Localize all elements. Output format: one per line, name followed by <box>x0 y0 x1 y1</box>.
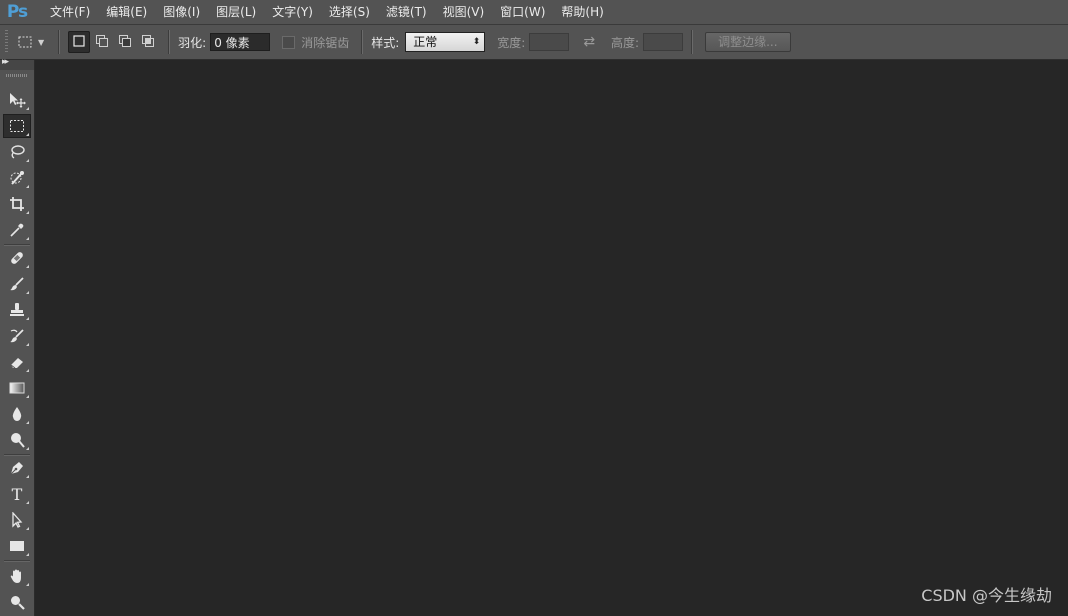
zoom-icon <box>9 594 25 610</box>
rectangular-marquee-icon <box>14 31 36 53</box>
tools-panel-header: ▸▸ <box>0 57 34 70</box>
expand-panel-icon[interactable]: ▸▸ <box>2 57 9 67</box>
menu-edit[interactable]: 编辑(E) <box>98 0 155 24</box>
hand-tool[interactable] <box>3 564 31 588</box>
path-selection-tool[interactable] <box>3 508 31 532</box>
eraser-icon <box>9 354 25 370</box>
eyedropper-tool[interactable] <box>3 218 31 242</box>
menu-file[interactable]: 文件(F) <box>42 0 98 24</box>
separator <box>58 30 61 54</box>
healing-brush-tool[interactable] <box>3 246 31 270</box>
dodge-icon <box>9 432 25 448</box>
move-icon <box>8 92 26 108</box>
options-bar-grip[interactable] <box>5 30 8 54</box>
feather-input[interactable]: 0 像素 <box>210 33 271 51</box>
subtract-from-selection-button[interactable] <box>114 31 136 53</box>
menu-select[interactable]: 选择(S) <box>321 0 378 24</box>
chevron-down-icon: ▼ <box>38 37 45 47</box>
menu-filter[interactable]: 滤镜(T) <box>378 0 435 24</box>
menu-help[interactable]: 帮助(H) <box>553 0 611 24</box>
lasso-tool[interactable] <box>3 140 31 164</box>
crop-icon <box>9 196 25 212</box>
brush-tool[interactable] <box>3 272 31 296</box>
style-select[interactable]: 正常 ⬍ <box>405 32 486 52</box>
pen-icon <box>9 460 25 476</box>
swap-arrows-icon[interactable]: ⇄ <box>583 34 595 50</box>
subtract-from-selection-icon <box>118 34 132 51</box>
crop-tool[interactable] <box>3 192 31 216</box>
antialias-label: 消除锯齿 <box>301 35 350 50</box>
height-label: 高度: <box>611 35 640 50</box>
menu-layer[interactable]: 图层(L) <box>208 0 264 24</box>
separator <box>361 30 364 54</box>
menu-type[interactable]: 文字(Y) <box>264 0 321 24</box>
menu-image[interactable]: 图像(I) <box>155 0 208 24</box>
tool-preset-picker[interactable]: ▼ <box>14 30 44 54</box>
rectangle-shape-icon <box>9 539 25 553</box>
quick-selection-icon <box>9 170 25 186</box>
type-tool[interactable]: T <box>3 482 31 506</box>
drop-icon <box>9 406 25 422</box>
rectangle-tool[interactable] <box>3 534 31 558</box>
menu-view[interactable]: 视图(V) <box>435 0 493 24</box>
refine-edge-button[interactable]: 调整边缘... <box>705 32 791 52</box>
select-arrows-icon: ⬍ <box>472 37 481 47</box>
history-brush-icon <box>9 328 25 344</box>
watermark: CSDN @今生缘劫 <box>921 586 1052 605</box>
lasso-icon <box>9 144 25 160</box>
bandage-icon <box>9 250 25 266</box>
document-workspace[interactable]: CSDN @今生缘劫 <box>35 60 1068 616</box>
eraser-tool[interactable] <box>3 350 31 374</box>
menu-bar: Ps 文件(F) 编辑(E) 图像(I) 图层(L) 文字(Y) 选择(S) 滤… <box>0 0 1068 25</box>
move-tool[interactable] <box>3 88 31 112</box>
zoom-tool[interactable] <box>3 590 31 614</box>
quick-selection-tool[interactable] <box>3 166 31 190</box>
stamp-icon <box>9 302 25 318</box>
add-to-selection-icon <box>95 34 109 51</box>
style-select-value: 正常 <box>413 35 438 49</box>
menu-window[interactable]: 窗口(W) <box>492 0 553 24</box>
path-selection-icon <box>9 512 25 528</box>
clone-stamp-tool[interactable] <box>3 298 31 322</box>
height-input[interactable] <box>643 33 684 51</box>
add-to-selection-button[interactable] <box>91 31 113 53</box>
hand-icon <box>9 568 25 584</box>
separator <box>168 30 171 54</box>
pen-tool[interactable] <box>3 456 31 480</box>
marquee-icon <box>9 119 25 133</box>
feather-label: 羽化: <box>178 35 207 50</box>
new-selection-button[interactable] <box>68 31 91 53</box>
type-icon: T <box>11 484 23 504</box>
options-bar: ▼ 羽化: 0 像素 消除锯齿 样式: 正常 ⬍ 宽度: ⇄ 高度: 调整边缘.… <box>0 25 1068 60</box>
width-label: 宽度: <box>497 35 526 50</box>
gradient-icon <box>9 381 25 395</box>
dodge-tool[interactable] <box>3 428 31 452</box>
photoshop-logo: Ps <box>6 2 28 22</box>
new-selection-icon <box>72 34 86 51</box>
rectangular-marquee-tool[interactable] <box>3 114 31 138</box>
intersect-selection-icon <box>141 34 155 51</box>
brush-icon <box>9 276 25 292</box>
eyedropper-icon <box>9 222 25 238</box>
intersect-selection-button[interactable] <box>137 31 159 53</box>
tools-panel-grip[interactable] <box>6 74 28 77</box>
blur-tool[interactable] <box>3 402 31 426</box>
menu-items: 文件(F) 编辑(E) 图像(I) 图层(L) 文字(Y) 选择(S) 滤镜(T… <box>42 0 612 24</box>
tools-panel: ▸▸ T <box>0 57 35 616</box>
separator <box>691 30 694 54</box>
antialias-checkbox[interactable] <box>282 35 296 49</box>
gradient-tool[interactable] <box>3 376 31 400</box>
history-brush-tool[interactable] <box>3 324 31 348</box>
style-label: 样式: <box>371 35 400 50</box>
width-input[interactable] <box>529 33 570 51</box>
